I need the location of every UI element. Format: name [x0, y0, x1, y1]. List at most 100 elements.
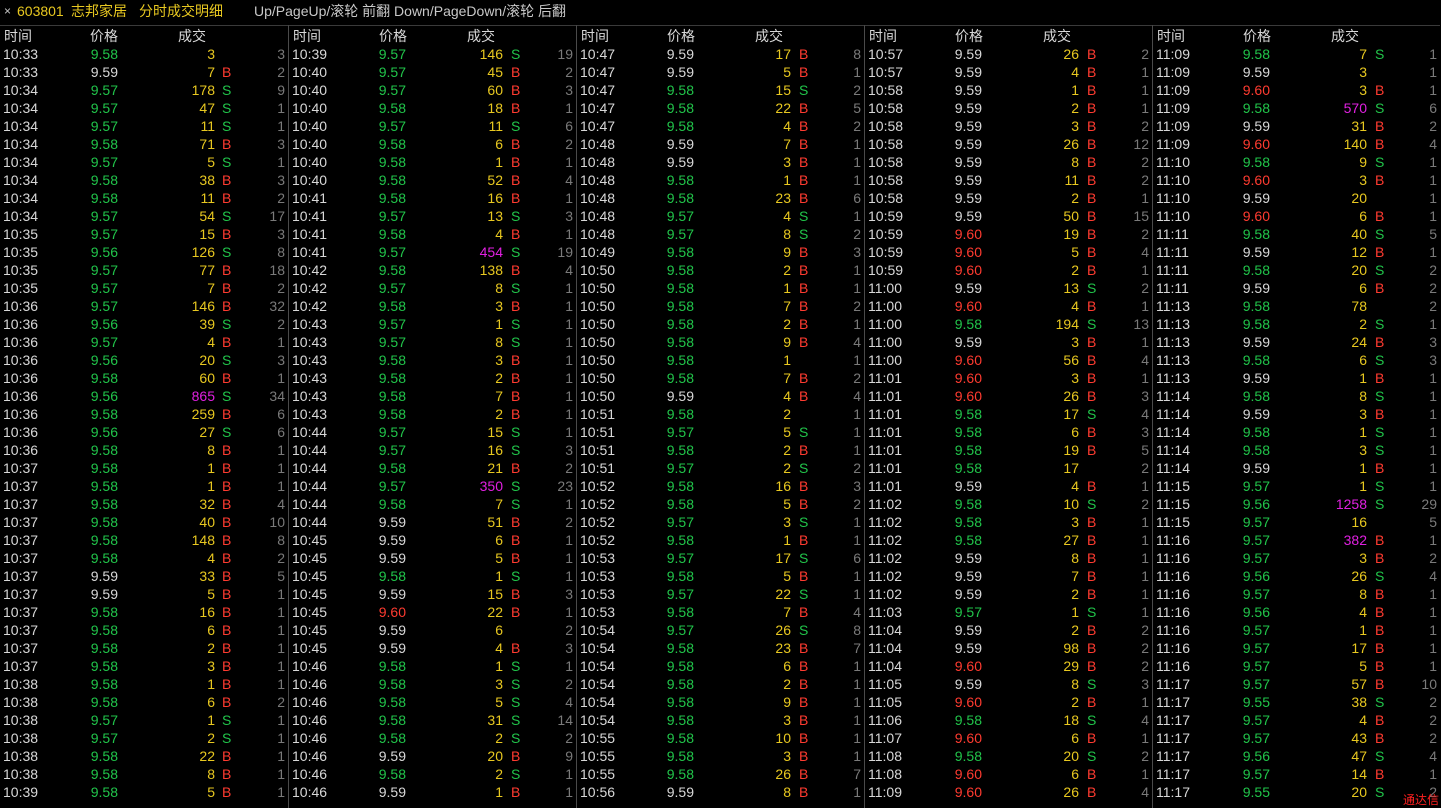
tick-time: 10:59	[868, 208, 904, 224]
tick-count: 2	[1141, 460, 1149, 476]
tick-time: 11:01	[868, 424, 902, 440]
tick-time: 10:34	[3, 118, 39, 134]
tick-time: 11:01	[868, 406, 902, 422]
tick-row: 10:52 9.58 1 B 1	[577, 531, 864, 549]
tick-count: 1	[565, 766, 573, 782]
tick-columns[interactable]: 时间 价格 成交 10:33 9.58 3 3 10:33 9.59 7 B 2 10:34 9.57 17…	[0, 25, 1441, 808]
header-price: 价格	[379, 28, 407, 44]
tick-row: 10:50 9.58 1 1	[577, 351, 864, 369]
tick-count: 5	[1429, 226, 1437, 242]
tick-volume: 9	[1359, 154, 1367, 170]
tick-side: B	[1087, 424, 1097, 440]
tick-count: 2	[853, 460, 861, 476]
tick-count: 9	[277, 82, 285, 98]
tick-row: 10:38 9.58 8 B 1	[0, 765, 288, 783]
tick-row: 10:47 9.58 4 B 2	[577, 117, 864, 135]
tick-volume: 1	[1359, 622, 1367, 638]
tick-price: 9.56	[90, 388, 118, 404]
tick-volume: 18	[1063, 712, 1079, 728]
tick-count: 1	[1141, 604, 1149, 620]
tick-price: 9.58	[666, 658, 694, 674]
tick-count: 5	[277, 568, 285, 584]
tick-count: 1	[1141, 334, 1149, 350]
tick-count: 8	[853, 622, 861, 638]
tick-time: 10:57	[868, 64, 904, 80]
tick-price: 9.59	[1242, 406, 1270, 422]
tick-side: S	[222, 244, 232, 260]
tick-count: 4	[1429, 748, 1437, 764]
tick-time: 10:48	[580, 226, 616, 242]
tick-count: 2	[277, 190, 285, 206]
tick-price: 9.57	[90, 334, 118, 350]
tick-volume: 2	[207, 730, 215, 746]
tick-price: 9.59	[954, 568, 982, 584]
tick-price: 9.57	[378, 280, 406, 296]
tick-time: 10:57	[868, 46, 904, 62]
tick-side: S	[511, 766, 521, 782]
tick-side: B	[1087, 154, 1097, 170]
tick-row: 11:01 9.58 17 S 4	[865, 405, 1152, 423]
tick-price: 9.57	[378, 64, 406, 80]
tick-side: S	[511, 280, 521, 296]
tick-row: 10:48 9.58 1 B 1	[577, 171, 864, 189]
tick-volume: 8	[1071, 676, 1079, 692]
tick-volume: 6	[207, 694, 215, 710]
tick-side: S	[1087, 406, 1097, 422]
tick-price: 9.60	[954, 766, 982, 782]
tick-time: 11:16	[1156, 550, 1190, 566]
tick-time: 10:58	[868, 154, 904, 170]
tick-side: S	[1375, 154, 1385, 170]
tick-volume: 40	[199, 514, 215, 530]
tick-side: S	[799, 514, 809, 530]
stock-name: 志邦家居	[71, 3, 127, 19]
tick-count: 2	[1141, 622, 1149, 638]
tick-volume: 9	[783, 694, 791, 710]
close-icon[interactable]: ×	[4, 0, 11, 22]
tick-count: 1	[277, 784, 285, 800]
tick-row: 11:11 9.59 12 B 1	[1153, 243, 1440, 261]
tick-count: 1	[853, 784, 861, 800]
tick-row: 10:54 9.58 23 B 7	[577, 639, 864, 657]
column-header: 时间 价格 成交	[1153, 25, 1440, 46]
header-time: 时间	[293, 28, 321, 44]
tick-time: 10:55	[580, 766, 616, 782]
tick-time: 11:02	[868, 568, 902, 584]
tick-row: 11:10 9.60 3 B 1	[1153, 171, 1440, 189]
tick-row: 10:46 9.59 1 B 1	[289, 783, 576, 801]
tick-time: 10:46	[292, 784, 328, 800]
tick-volume: 7	[207, 280, 215, 296]
tick-row: 10:50 9.59 4 B 4	[577, 387, 864, 405]
tick-time: 10:50	[580, 298, 616, 314]
tick-row: 10:43 9.57 8 S 1	[289, 333, 576, 351]
tick-price: 9.58	[954, 496, 982, 512]
tick-count: 2	[1141, 154, 1149, 170]
tick-time: 10:37	[3, 550, 39, 566]
tick-count: 1	[565, 316, 573, 332]
tick-time: 10:50	[580, 370, 616, 386]
tick-side: S	[799, 586, 809, 602]
tick-price: 9.59	[954, 676, 982, 692]
tick-time: 11:14	[1156, 388, 1190, 404]
tick-count: 1	[1429, 388, 1437, 404]
tick-count: 1	[1141, 64, 1149, 80]
tick-row: 10:34 9.57 11 S 1	[0, 117, 288, 135]
tick-side: S	[1375, 226, 1385, 242]
tick-count: 1	[277, 748, 285, 764]
tick-row: 11:01 9.60 26 B 3	[865, 387, 1152, 405]
tick-side: B	[222, 442, 232, 458]
tick-time: 11:13	[1156, 370, 1190, 386]
tick-price: 9.58	[954, 406, 982, 422]
tick-side: S	[1375, 784, 1385, 800]
tick-volume: 19	[1063, 226, 1079, 242]
tick-price: 9.58	[90, 406, 118, 422]
tick-time: 10:51	[580, 460, 616, 476]
tick-count: 2	[1429, 280, 1437, 296]
tick-count: 2	[565, 676, 573, 692]
tick-time: 10:59	[868, 244, 904, 260]
tick-row: 11:01 9.58 6 B 3	[865, 423, 1152, 441]
tick-time: 10:58	[868, 190, 904, 206]
tick-side: B	[222, 658, 232, 674]
tick-count: 1	[853, 748, 861, 764]
tick-side: B	[1087, 766, 1097, 782]
tick-price: 9.59	[378, 514, 406, 530]
